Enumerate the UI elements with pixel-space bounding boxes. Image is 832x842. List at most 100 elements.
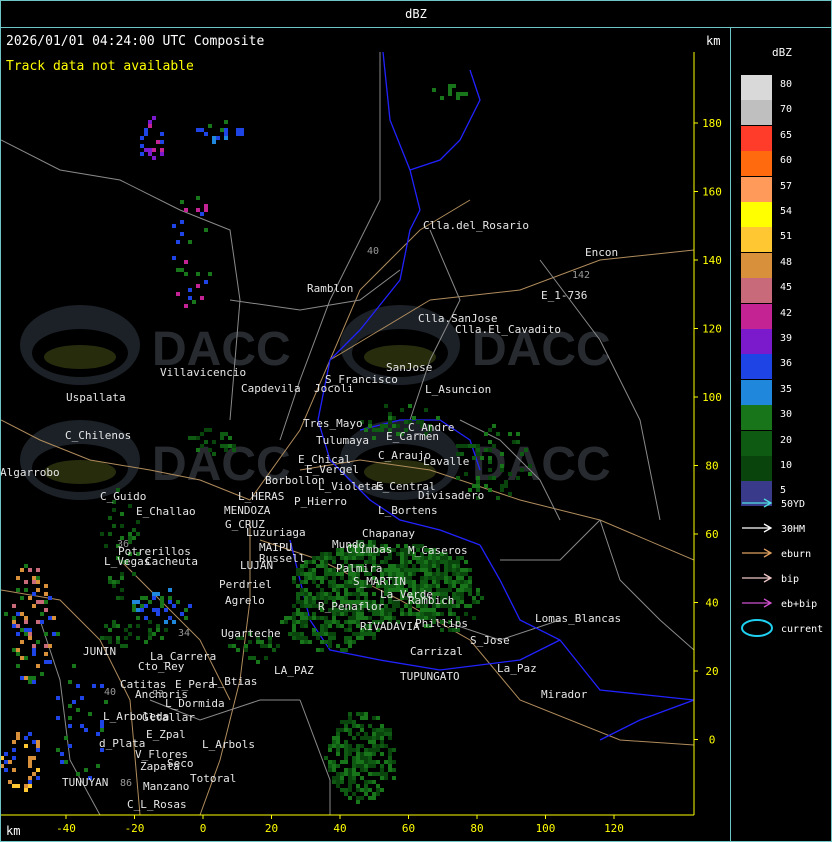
legend-swatch: [741, 405, 772, 431]
legend-swatch: [741, 329, 772, 354]
place-label: Clla.del_Rosario: [423, 219, 529, 232]
place-label: Encon: [585, 246, 618, 259]
place-label: M_Caseros: [408, 544, 468, 557]
place-label: L_Dormida: [165, 697, 225, 710]
place-label: L_Arbols: [202, 738, 255, 751]
legend-swatch: [741, 176, 772, 202]
x-tick-label: -20: [125, 822, 145, 835]
route-number: 34: [178, 628, 190, 639]
place-label: S_MARTIN: [353, 575, 406, 588]
place-label: L_HERAS: [238, 490, 284, 503]
place-label: Totoral: [190, 772, 236, 785]
legend-value-label: 39: [780, 333, 793, 344]
y-tick-label: 140: [702, 254, 722, 267]
legend-swatch: [741, 430, 772, 456]
legend-value-label: 20: [780, 434, 793, 446]
legend-value-label: 80: [780, 79, 793, 90]
legend-title: dBZ: [772, 46, 792, 59]
legend-swatch: [741, 303, 772, 329]
x-tick-label: 80: [470, 822, 483, 835]
legend-value-label: 35: [780, 383, 793, 395]
place-label: E_Zpal: [146, 728, 186, 741]
y-tick-label: 80: [705, 460, 718, 473]
place-label: Lavalle: [423, 455, 469, 468]
legend-value-label: 57: [780, 180, 793, 192]
place-label: Rambich: [408, 594, 454, 607]
place-label: Climbas: [346, 543, 392, 556]
unit-label-bottom: km: [6, 824, 21, 838]
place-label: Cacheuta: [145, 555, 198, 568]
place-label: Lomas_Blancas: [535, 612, 621, 625]
place-label: Borbollon: [265, 474, 325, 487]
place-label: S_Jose: [470, 634, 510, 647]
place-label: Gltallar: [142, 711, 195, 724]
place-label: L_Vegas: [104, 555, 150, 568]
place-label: LA_PAZ: [274, 664, 314, 677]
x-tick-label: 40: [333, 822, 346, 835]
legend-value-label: 36: [780, 358, 793, 370]
route-number: 86: [120, 778, 132, 789]
place-label: RIVADAVIA: [360, 620, 420, 633]
x-tick-label: 0: [200, 822, 207, 835]
place-label: Algarrobo: [0, 466, 60, 479]
legend-swatch: [741, 379, 772, 405]
legend-swatch: [741, 100, 772, 126]
place-label: LUJAN: [240, 559, 273, 572]
place-label: P_Hierro: [294, 495, 347, 508]
place-label: E_Carmen: [386, 430, 439, 443]
place-label: MENDOZA: [224, 504, 271, 517]
place-label: Tulumaya: [316, 434, 369, 447]
legend-swatch: [741, 202, 772, 227]
y-tick-label: 160: [702, 186, 722, 199]
legend-value-label: 48: [780, 256, 793, 268]
legend-value-label: 60: [780, 155, 793, 167]
legend-value-label: 65: [780, 129, 793, 141]
place-label: TUNUYAN: [62, 776, 108, 789]
x-tick-label: 20: [265, 822, 278, 835]
place-label: Manzano: [143, 780, 189, 793]
place-label: Agrelo: [225, 594, 265, 607]
place-label: Clla.El_Cavadito: [455, 323, 561, 336]
route-number: 40: [104, 687, 116, 698]
place-label: JUNIN: [83, 645, 116, 658]
y-tick-label: 20: [705, 665, 718, 678]
place-label: C_L_Rosas: [127, 798, 187, 811]
place-label: La_Paz: [497, 662, 537, 675]
place-label: Phillips: [415, 617, 468, 630]
place-label: Uspallata: [66, 391, 126, 404]
legend-swatch: [741, 227, 772, 253]
current-position-icon: [741, 619, 773, 637]
legend-value-label: 45: [780, 282, 793, 294]
y-tick-label: 180: [702, 117, 722, 130]
legend-swatch: [741, 278, 772, 304]
route-number: 93: [152, 689, 164, 700]
place-label: C_Guido: [100, 490, 146, 503]
place-label: SanJose: [386, 361, 432, 374]
legend-swatch: [741, 456, 772, 481]
route-number: 36: [117, 539, 129, 550]
y-tick-label: 40: [705, 597, 718, 610]
place-label: Capdevila: [241, 382, 301, 395]
track-legend-label: current: [781, 624, 823, 635]
y-tick-label: 120: [702, 323, 722, 336]
route-number: 40: [367, 246, 379, 257]
track-legend-label: bip: [781, 574, 799, 585]
place-label: L_Btias: [211, 675, 257, 688]
place-label: TUPUNGATO: [400, 670, 460, 683]
track-status: Track data not available: [6, 59, 194, 74]
place-label: Cto_Rey: [138, 660, 185, 673]
place-label: aredas: [10, 0, 50, 13]
place-label: E_1-736: [541, 289, 587, 302]
place-label: Tres_Mayo: [303, 417, 363, 430]
track-legend-label: 50YD: [781, 499, 805, 510]
legend-swatch: [741, 75, 772, 100]
place-label: L_Bortens: [378, 504, 438, 517]
radar-map[interactable]: DACC DACCDACC DACCClla.del_RosarioEnconE_1…: [0, 0, 731, 842]
place-label: Palmira: [336, 562, 382, 575]
place-label: R_Penaflor: [318, 600, 385, 613]
legend-swatch: [741, 151, 772, 177]
legend-swatch: [741, 252, 772, 278]
legend-track-keys: 50YD 30HM eburn bip eb+bip current: [741, 498, 823, 637]
y-tick-label: 100: [702, 391, 722, 404]
unit-label-top: km: [706, 34, 721, 48]
